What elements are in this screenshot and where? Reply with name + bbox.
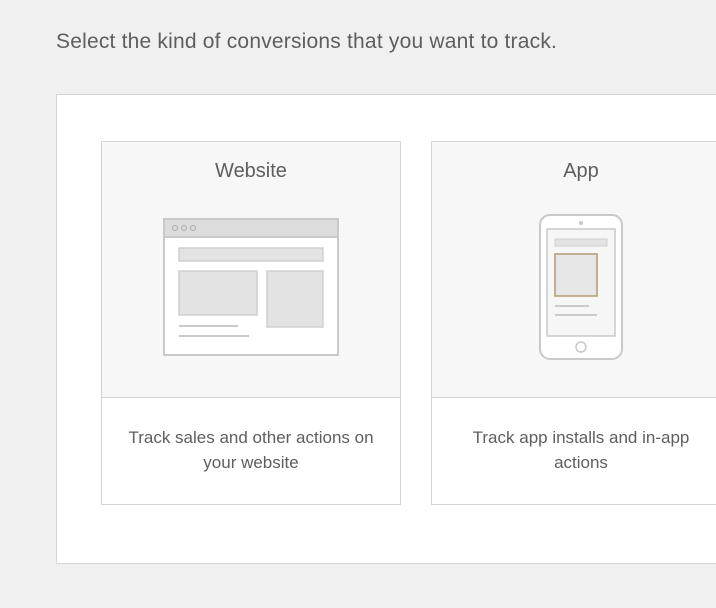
- app-icon: [539, 207, 623, 367]
- card-app-upper: App: [432, 142, 716, 398]
- card-app-description: Track app installs and in-app actions: [452, 426, 710, 475]
- card-website-lower: Track sales and other actions on your we…: [102, 398, 400, 504]
- options-container: Website Track sales and other actions on…: [56, 94, 716, 564]
- card-app[interactable]: App Track app installs and in-app action…: [431, 141, 716, 505]
- card-website[interactable]: Website Track sales and other actions on…: [101, 141, 401, 505]
- card-app-title: App: [563, 160, 599, 183]
- website-icon: [163, 207, 339, 367]
- card-website-upper: Website: [102, 142, 400, 398]
- card-app-lower: Track app installs and in-app actions: [432, 398, 716, 504]
- card-website-title: Website: [215, 160, 287, 183]
- card-website-description: Track sales and other actions on your we…: [122, 426, 380, 475]
- page-heading: Select the kind of conversions that you …: [0, 0, 716, 54]
